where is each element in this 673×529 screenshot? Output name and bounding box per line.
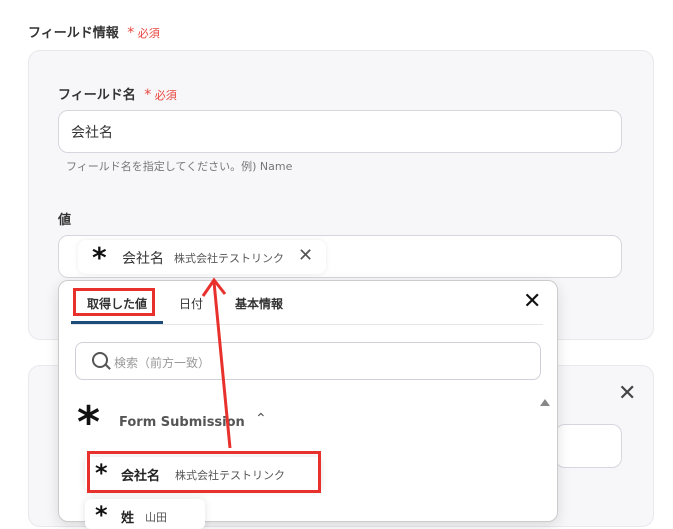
annotation-arrow [201,277,232,449]
arrow-line [212,281,232,449]
